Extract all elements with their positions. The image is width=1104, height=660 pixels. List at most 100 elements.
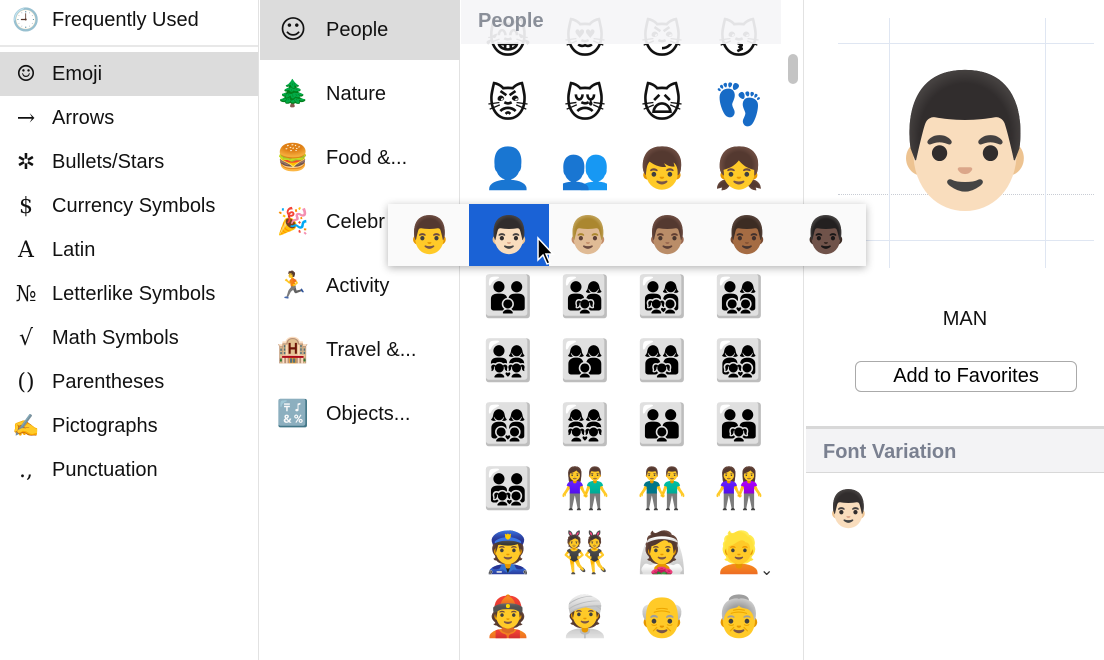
category-item[interactable]: ✍ Pictographs — [0, 404, 258, 448]
runner-icon: 🏃 — [276, 271, 310, 301]
smiley-icon: ☺ — [16, 61, 36, 87]
emoji-cell[interactable]: 👵 — [701, 584, 777, 648]
category-label: Pictographs — [52, 414, 158, 437]
emoji-cell[interactable]: 👳 — [547, 584, 623, 648]
skin-tone-option[interactable]: 👨🏼 — [549, 204, 628, 266]
skin-tone-option[interactable]: 👨🏽 — [628, 204, 707, 266]
skin-tone-option[interactable]: 👨🏿 — [787, 204, 866, 266]
mouse-cursor-icon — [537, 236, 555, 265]
building-icon: 🏨 — [276, 335, 310, 365]
smiley-icon: ☺ — [279, 15, 307, 45]
emoji-cell[interactable]: 👪 — [470, 264, 546, 328]
category-label: Punctuation — [52, 458, 158, 481]
category-label: Math Symbols — [52, 326, 179, 349]
category-item[interactable]: ✲ Bullets/Stars — [0, 140, 258, 184]
character-name: MAN — [942, 308, 988, 330]
guide-line — [838, 43, 1094, 44]
emoji-cell[interactable]: 👨‍👩‍👧‍👦 — [624, 264, 700, 328]
emoji-cell[interactable]: 👩‍👩‍👦 — [547, 328, 623, 392]
emoji-cell[interactable]: 😾 — [470, 72, 546, 136]
emoji-cell[interactable]: 👩‍👩‍👦‍👦 — [470, 392, 546, 456]
glyph-preview: 👨🏻 — [884, 63, 1046, 216]
skin-tone-option[interactable]: 👨 — [390, 204, 469, 266]
font-variation-header: Font Variation — [806, 426, 1104, 473]
font-variation-item[interactable]: 👨🏻 — [826, 488, 871, 530]
skin-tone-popover: 👨 👨🏻 👨🏼 👨🏽 👨🏾 👨🏿 — [388, 204, 866, 266]
emoji-cell[interactable]: 👨‍👩‍👧‍👧 — [470, 328, 546, 392]
subcategory-item[interactable]: 🔣 Objects... — [260, 384, 460, 444]
grid-section-header: People — [461, 0, 781, 44]
subcategory-label: Objects... — [326, 402, 411, 425]
character-grid: People 😹😻😼😽😾😿🙀👣👤👥👦👧👨👩👪👫👪👨‍👩‍👧👨‍👩‍👧‍👦👨‍👩‍… — [461, 0, 804, 660]
category-item[interactable]: 🕘 Frequently Used — [0, 0, 258, 42]
category-item[interactable]: () Parentheses — [0, 360, 258, 404]
emoji-cell[interactable]: 🙀 — [624, 72, 700, 136]
emoji-cell[interactable]: 😿 — [547, 72, 623, 136]
category-sidebar: 🕘 Frequently Used ☺ Emoji → Arrows ✲ Bullets/St… — [0, 0, 259, 660]
writing-hand-icon: ✍ — [12, 413, 40, 439]
emoji-cell[interactable]: 👤 — [470, 136, 546, 200]
subcategory-item[interactable]: ☺ People — [260, 0, 460, 60]
numero-icon: № — [15, 281, 37, 307]
category-item[interactable]: $ Currency Symbols — [0, 184, 258, 228]
subcategory-label: People — [326, 18, 389, 41]
skin-tone-option[interactable]: 👨🏾 — [707, 204, 786, 266]
emoji-cell[interactable]: 👨‍👨‍👧 — [701, 392, 777, 456]
emoji-cell[interactable]: 👨‍👩‍👦‍👦 — [701, 264, 777, 328]
clock-icon: 🕘 — [12, 7, 40, 33]
category-item[interactable]: A Latin — [0, 228, 258, 272]
emoji-cell[interactable]: 👨‍👨‍👧‍👦 — [470, 456, 546, 520]
scrollbar-thumb[interactable] — [788, 54, 798, 84]
category-item[interactable]: ., Punctuation — [0, 448, 258, 492]
category-label: Arrows — [52, 106, 115, 129]
asterisk-icon: ✲ — [16, 149, 36, 175]
subcategory-label: Activity — [326, 274, 390, 297]
subcategory-label: Travel &... — [326, 338, 417, 361]
subcategory-item[interactable]: 🍔 Food &... — [260, 128, 460, 188]
emoji-cell[interactable]: 👴 — [624, 584, 700, 648]
emoji-cell[interactable]: 👩‍👩‍👧‍👧 — [547, 392, 623, 456]
punctuation-icon: ., — [19, 457, 33, 483]
latin-a-icon: A — [18, 237, 34, 263]
category-item[interactable]: ☺ Emoji — [0, 52, 258, 96]
category-label: Latin — [52, 238, 96, 261]
subcategory-item[interactable]: 🌲 Nature — [260, 64, 460, 124]
category-item[interactable]: № Letterlike Symbols — [0, 272, 258, 316]
emoji-cell[interactable]: 👩‍👩‍👧 — [624, 328, 700, 392]
emoji-cell[interactable]: 👥 — [547, 136, 623, 200]
emoji-cell[interactable]: 👫 — [547, 456, 623, 520]
subcategory-list: ☺ People 🌲 Nature 🍔 Food &... 🎉 Celebr 🏃 Activity… — [260, 0, 460, 660]
guide-line — [838, 240, 1094, 241]
category-label: Letterlike Symbols — [52, 282, 216, 305]
add-to-favorites-button[interactable]: Add to Favorites — [855, 361, 1077, 392]
emoji-cell[interactable]: 👧 — [701, 136, 777, 200]
emoji-cell[interactable]: 👬 — [624, 456, 700, 520]
category-label: Currency Symbols — [52, 194, 216, 217]
tree-icon: 🌲 — [276, 79, 310, 109]
category-label: Frequently Used — [52, 8, 199, 31]
subcategory-item[interactable]: 🏨 Travel &... — [260, 320, 460, 380]
category-label: Emoji — [52, 62, 103, 85]
emoji-cell[interactable]: 👣 — [701, 72, 777, 136]
emoji-cell[interactable]: 👭 — [701, 456, 777, 520]
emoji-cell[interactable]: 👲 — [470, 584, 546, 648]
category-label: Parentheses — [52, 370, 165, 393]
parentheses-icon: () — [17, 369, 35, 395]
category-item[interactable]: → Arrows — [0, 96, 258, 140]
category-label: Bullets/Stars — [52, 150, 165, 173]
divider — [0, 45, 258, 47]
emoji-cell[interactable]: 👨‍👩‍👧 — [547, 264, 623, 328]
emoji-cell[interactable]: 👮 — [470, 520, 546, 584]
subcategory-label: Nature — [326, 82, 387, 105]
emoji-cell[interactable]: 👨‍👨‍👦 — [624, 392, 700, 456]
emoji-cell[interactable]: 👯 — [547, 520, 623, 584]
food-icon: 🍔 — [276, 143, 310, 173]
subcategory-label: Food &... — [326, 146, 408, 169]
dollar-icon: $ — [19, 193, 33, 219]
sqrt-icon: √ — [18, 325, 34, 351]
category-item[interactable]: √ Math Symbols — [0, 316, 258, 360]
chevron-down-icon[interactable]: ⌄ — [760, 560, 773, 580]
emoji-cell[interactable]: 👰 — [624, 520, 700, 584]
emoji-cell[interactable]: 👩‍👩‍👧‍👦 — [701, 328, 777, 392]
emoji-cell[interactable]: 👦 — [624, 136, 700, 200]
